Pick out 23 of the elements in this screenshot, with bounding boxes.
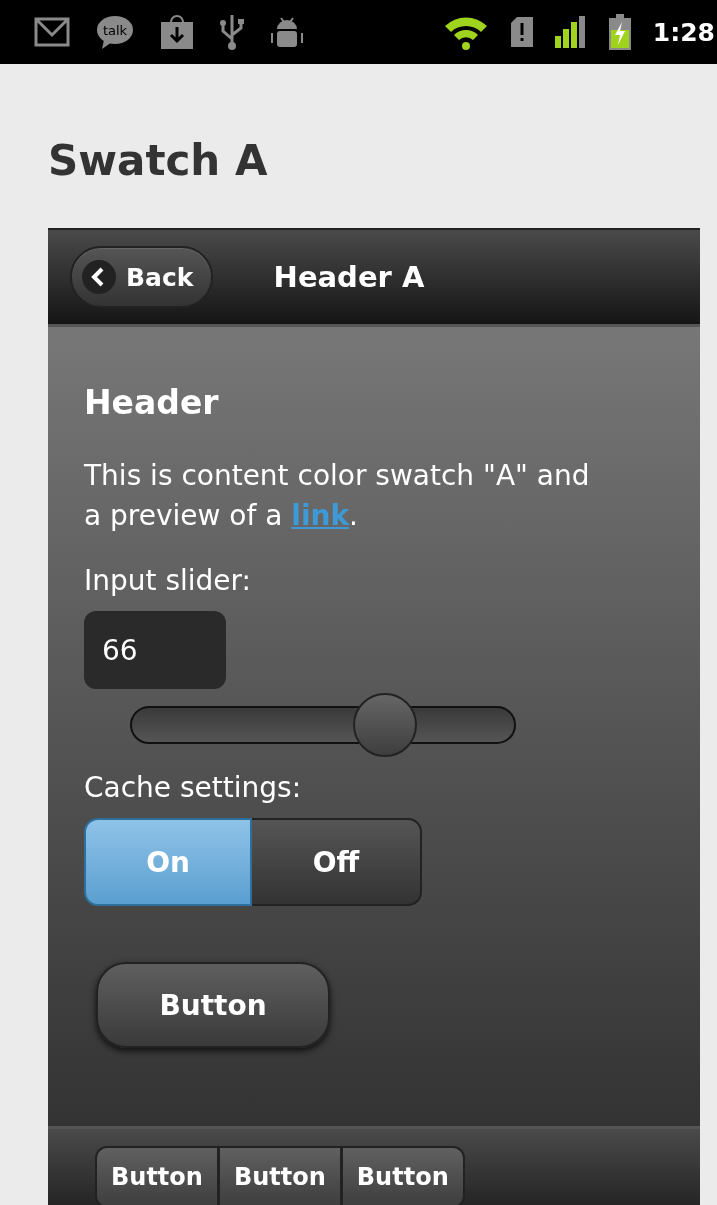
footer-button[interactable]: Button xyxy=(341,1145,465,1205)
clock-time: 1:28 xyxy=(652,17,715,47)
battery-charging-icon xyxy=(608,14,631,50)
content-heading: Header xyxy=(84,383,220,422)
toggle-option[interactable]: Off xyxy=(252,818,422,906)
sim-alert-icon xyxy=(510,17,533,47)
slider[interactable] xyxy=(130,693,516,757)
mail-icon xyxy=(34,17,70,47)
android-icon xyxy=(270,15,304,49)
footer-button[interactable]: Button xyxy=(95,1145,219,1205)
slider-label: Input slider: xyxy=(84,564,251,597)
back-button[interactable]: Back xyxy=(70,246,214,308)
chevron-left-icon xyxy=(82,260,116,294)
usb-icon xyxy=(220,13,244,51)
cache-settings-label: Cache settings: xyxy=(84,771,302,804)
page-title: Swatch A xyxy=(47,135,269,187)
content-paragraph: This is content color swatch "A" and a preview of a link. xyxy=(84,458,591,534)
footer-button[interactable]: Button xyxy=(218,1145,342,1205)
content-button[interactable]: Button xyxy=(96,962,330,1048)
signal-icon xyxy=(554,16,587,48)
header-title: Header A xyxy=(273,260,425,294)
slider-value-field[interactable]: 66 xyxy=(84,611,226,689)
download-icon xyxy=(160,14,194,50)
